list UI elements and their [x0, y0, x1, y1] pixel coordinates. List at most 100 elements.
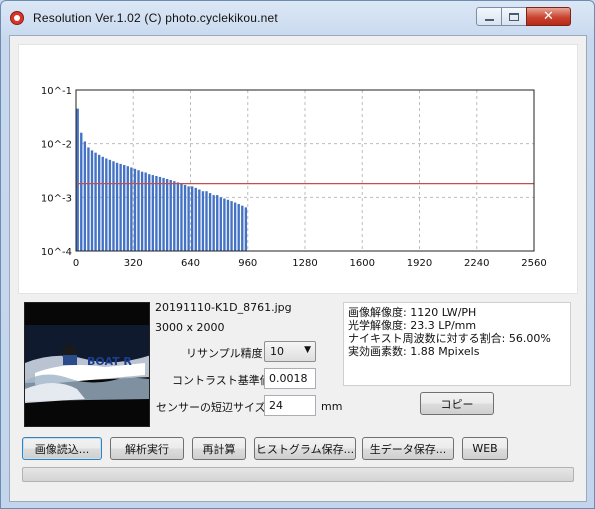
chart-bar — [244, 207, 248, 251]
chart-bar — [162, 177, 165, 251]
y-tick-label: 10^-1 — [41, 86, 72, 97]
chart-bar — [80, 132, 83, 251]
chart-bar — [105, 158, 108, 251]
save-histogram-button[interactable]: ヒストグラム保存... — [254, 437, 356, 460]
contrast-input[interactable]: 0.0018 — [264, 368, 316, 389]
thumbnail-photo: BOAT R — [25, 303, 149, 426]
chart-bar — [126, 166, 129, 251]
chart-bar — [94, 152, 97, 251]
y-tick-label: 10^-4 — [41, 247, 72, 258]
chart-bar — [208, 193, 212, 251]
chart-bar — [241, 205, 244, 251]
chart-bar — [76, 108, 79, 251]
chart-bar — [165, 178, 169, 251]
progress-bar — [22, 467, 574, 482]
sensor-label: センサーの短辺サイズ — [156, 401, 266, 414]
minimize-button[interactable] — [476, 7, 502, 26]
y-tick-label: 10^-2 — [41, 140, 72, 151]
chart-bar — [226, 199, 230, 251]
chart-bar — [212, 195, 215, 251]
chart-bar — [137, 170, 140, 251]
x-tick-label: 2560 — [521, 258, 546, 269]
chart-bar — [180, 183, 183, 251]
app-icon[interactable] — [10, 11, 24, 25]
chart-bar — [148, 174, 151, 251]
results-box: 画像解像度: 1120 LW/PH 光学解像度: 23.3 LP/mm ナイキス… — [343, 302, 571, 386]
mtf-chart: 10^-1 10^-2 10^-3 10^-40 320 640 960 1280 1600 19… — [41, 86, 547, 269]
x-tick-label: 1600 — [350, 258, 375, 269]
chart-bar — [216, 195, 219, 251]
sensor-size-input[interactable]: 24 — [264, 395, 316, 416]
maximize-icon — [509, 12, 519, 21]
x-tick-label: 960 — [238, 258, 257, 269]
minimize-icon — [484, 18, 494, 21]
x-tick-label: 320 — [124, 258, 143, 269]
contrast-label: コントラスト基準値 — [172, 374, 271, 387]
chart-bar — [158, 176, 162, 251]
dimensions-label: 3000 x 2000 — [155, 321, 225, 334]
mtf-chart-panel: 10^-1 10^-2 10^-3 10^-4 0 320 640 960 1280 1600 19… — [18, 44, 578, 294]
chart-bar — [115, 162, 119, 251]
chart-bar — [205, 191, 208, 251]
app-window: Resolution Ver.1.02 (C) photo.cyclekikou… — [0, 0, 595, 509]
result-nyquist-ratio: ナイキスト周波数に対する割合: 56.00% — [348, 332, 551, 345]
y-tick-label: 10^-3 — [41, 193, 72, 204]
result-optical-resolution: 光学解像度: 23.3 LP/mm — [348, 319, 477, 332]
chart-bar — [173, 181, 176, 251]
chart-bar — [123, 165, 126, 251]
chart-bar — [144, 172, 147, 251]
close-button[interactable]: ✕ — [526, 7, 571, 26]
chart-bar — [198, 189, 201, 251]
chart-bar — [194, 187, 197, 251]
chart-bar — [112, 161, 115, 251]
resample-value: 10 — [270, 345, 284, 358]
window-title: Resolution Ver.1.02 (C) photo.cyclekikou… — [33, 11, 278, 25]
thumbnail-boat-text: BOAT R — [87, 355, 132, 368]
chart-bar — [151, 175, 155, 251]
sensor-unit: mm — [321, 400, 343, 413]
x-tick-label: 1920 — [407, 258, 432, 269]
close-icon: ✕ — [543, 9, 554, 24]
chart-bar — [133, 168, 137, 251]
chart-bar — [223, 198, 226, 251]
filename-label: 20191110-K1D_8761.jpg — [155, 301, 292, 314]
chart-bar — [230, 201, 233, 251]
chart-bar — [155, 175, 158, 251]
chart-bar — [237, 204, 240, 251]
chart-bar — [87, 147, 90, 251]
client-area: 10^-1 10^-2 10^-3 10^-4 0 320 640 960 1280 1600 19… — [9, 35, 587, 502]
chart-bar — [119, 163, 122, 251]
chart-bar — [191, 186, 194, 251]
resample-label: リサンプル精度 — [186, 347, 263, 360]
x-tick-label: 0 — [73, 258, 79, 269]
chart-bar — [176, 182, 180, 251]
chart-bar — [83, 141, 87, 251]
web-button[interactable]: WEB — [462, 437, 508, 460]
chart-bar — [201, 191, 205, 251]
x-tick-label: 1280 — [292, 258, 317, 269]
chart-bar — [108, 159, 112, 251]
chart-bar — [219, 197, 223, 251]
chart-bar — [130, 167, 133, 251]
load-image-button[interactable]: 画像読込... — [22, 437, 102, 460]
copy-button[interactable]: コピー — [420, 392, 494, 415]
chart-bar — [233, 202, 237, 251]
x-tick-label: 640 — [181, 258, 200, 269]
chart-bar — [90, 150, 94, 251]
x-tick-label: 2240 — [464, 258, 489, 269]
recalculate-button[interactable]: 再計算 — [192, 437, 246, 460]
chart-bar — [183, 184, 187, 251]
resample-select[interactable]: 10 ▼ — [264, 341, 316, 362]
title-bar[interactable]: Resolution Ver.1.02 (C) photo.cyclekikou… — [1, 1, 594, 35]
chart-bar — [169, 180, 172, 251]
chevron-down-icon: ▼ — [304, 345, 311, 355]
image-thumbnail: BOAT R — [24, 302, 150, 427]
maximize-button[interactable] — [501, 7, 527, 26]
chart-bar — [101, 156, 104, 251]
result-image-resolution: 画像解像度: 1120 LW/PH — [348, 306, 477, 319]
chart-bar — [97, 154, 101, 251]
chart-bar — [187, 186, 190, 251]
result-effective-pixels: 実効画素数: 1.88 Mpixels — [348, 345, 480, 358]
analyze-button[interactable]: 解析実行 — [110, 437, 184, 460]
save-raw-data-button[interactable]: 生データ保存... — [362, 437, 454, 460]
